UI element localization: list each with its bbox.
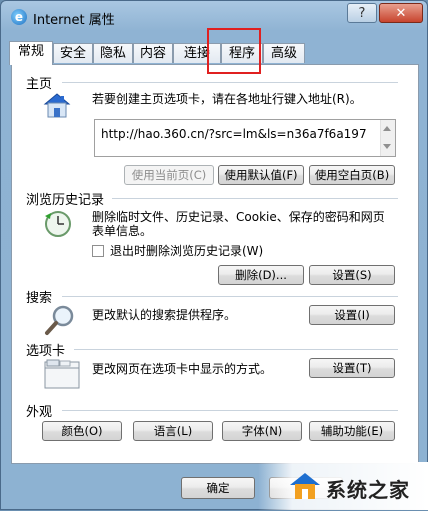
fonts-button[interactable]: 字体(N) — [222, 421, 302, 441]
tab-security[interactable]: 安全 — [53, 43, 93, 63]
home-url-text: http://hao.360.cn/?src=lm&ls=n36a7f6a197 — [101, 127, 367, 141]
tab-privacy[interactable]: 隐私 — [93, 43, 133, 63]
home-description: 若要创建主页选项卡，请在各地址行键入地址(R)。 — [92, 92, 362, 106]
highlight-box — [207, 28, 261, 74]
watermark-text: 系统之家 — [326, 478, 410, 502]
history-clock-icon — [45, 211, 71, 237]
internet-explorer-icon: e — [11, 9, 27, 25]
close-button[interactable]: ✕ — [379, 3, 423, 23]
watermark-logo: 系统之家 — [258, 462, 428, 510]
scroll-down-icon[interactable] — [383, 144, 391, 149]
use-blank-button[interactable]: 使用空白页(B) — [309, 165, 395, 185]
section-divider — [62, 296, 398, 297]
languages-button[interactable]: 语言(L) — [133, 421, 213, 441]
scroll-up-icon[interactable] — [383, 126, 391, 131]
watermark-house-icon — [290, 473, 320, 499]
search-settings-button[interactable]: 设置(I) — [309, 305, 395, 325]
tab-content[interactable]: 内容 — [133, 43, 173, 63]
url-scrollbar[interactable] — [380, 120, 395, 156]
tab-general[interactable]: 常规 — [9, 41, 53, 65]
history-description-line2: 表单信息。 — [92, 224, 153, 238]
tabs-section-label: 选项卡 — [26, 340, 70, 359]
magnifier-icon — [45, 305, 74, 335]
tabs-settings-button[interactable]: 设置(T) — [309, 358, 395, 378]
use-default-button[interactable]: 使用默认值(F) — [218, 165, 304, 185]
home-section-label: 主页 — [26, 73, 57, 92]
window-title: Internet 属性 — [33, 13, 115, 28]
use-current-button[interactable]: 使用当前页(C) — [124, 165, 214, 185]
section-divider — [62, 410, 398, 411]
accessibility-button[interactable]: 辅助功能(E) — [309, 421, 395, 441]
tabs-window-icon — [44, 359, 80, 389]
home-url-input[interactable]: http://hao.360.cn/?src=lm&ls=n36a7f6a197 — [94, 119, 396, 157]
section-divider — [62, 82, 398, 83]
help-button[interactable]: ? — [347, 3, 377, 23]
section-divider — [74, 349, 398, 350]
delete-on-exit-checkbox[interactable] — [92, 245, 104, 257]
tabs-description: 更改网页在选项卡中显示的方式。 — [92, 362, 273, 376]
tab-advanced[interactable]: 高级 — [263, 43, 305, 63]
history-settings-button[interactable]: 设置(S) — [309, 265, 395, 285]
delete-on-exit-label[interactable]: 退出时删除浏览历史记录(W) — [110, 243, 263, 259]
internet-properties-window: e Internet 属性 ? ✕ 常规 安全 隐私 内容 连接 程序 高级 主… — [0, 0, 428, 510]
history-section-label: 浏览历史记录 — [26, 189, 109, 208]
search-description: 更改默认的搜索提供程序。 — [92, 308, 237, 322]
appearance-section-label: 外观 — [26, 401, 57, 420]
house-icon — [43, 93, 71, 118]
general-tab-panel: 主页 若要创建主页选项卡，请在各地址行键入地址(R)。 http://hao.3… — [11, 64, 419, 464]
delete-history-button[interactable]: 删除(D)... — [218, 265, 304, 285]
section-divider — [112, 198, 398, 199]
colors-button[interactable]: 颜色(O) — [42, 421, 122, 441]
ok-button[interactable]: 确定 — [181, 477, 255, 499]
